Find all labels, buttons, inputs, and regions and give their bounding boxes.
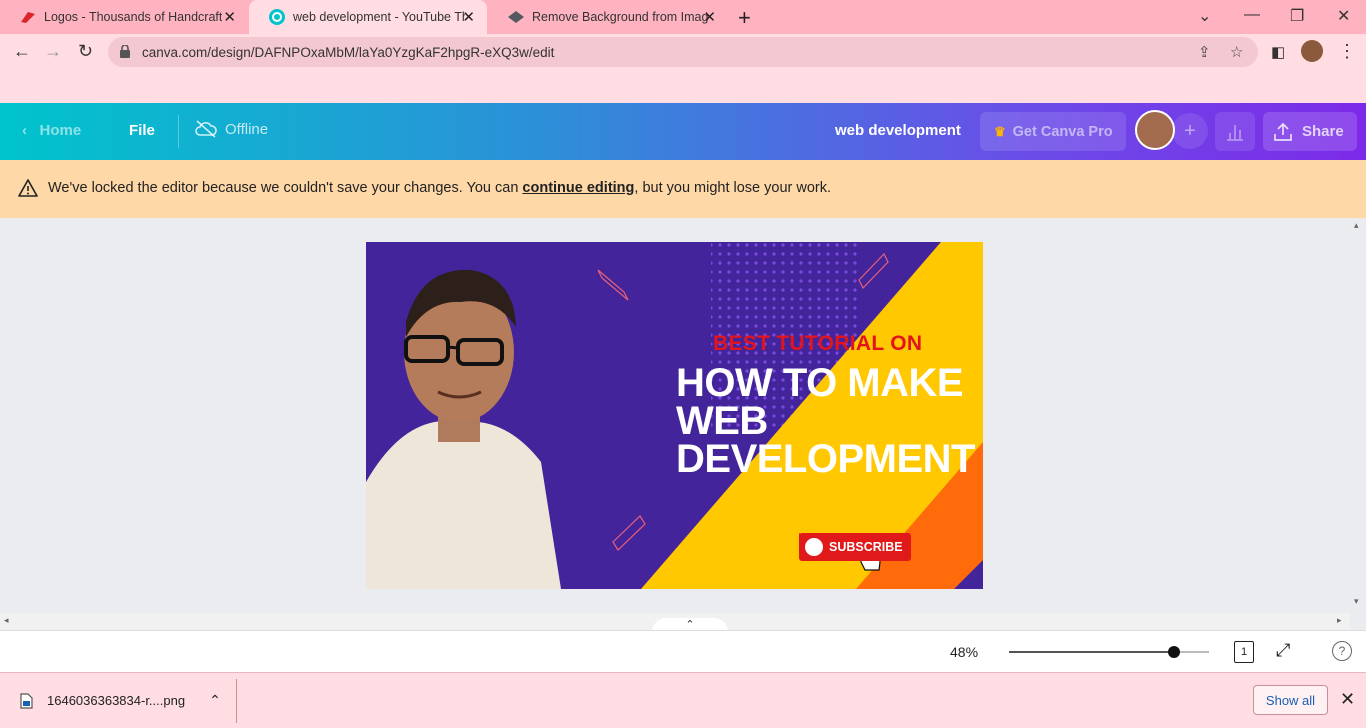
close-tab-icon[interactable]: ✕ <box>703 8 716 26</box>
bar-chart-icon <box>1227 125 1243 141</box>
address-bar[interactable]: canva.com/design/DAFNPOxaMbM/laYa0YzgKaF… <box>108 37 1258 67</box>
close-tab-icon[interactable]: ✕ <box>223 8 236 26</box>
remove-bg-favicon-icon <box>508 9 524 25</box>
browser-tab-canva[interactable]: web development - YouTube Thumbnail ✕ <box>249 0 487 34</box>
browser-tab-strip: Logos - Thousands of Handcrafted ✕ web d… <box>0 0 1366 34</box>
restore-icon[interactable]: ❐ <box>1290 6 1304 26</box>
share-page-icon[interactable]: ⇪ <box>1198 43 1211 61</box>
tab-search-chevron-icon[interactable]: ⌄ <box>1198 6 1211 26</box>
heading-line-3: DEVELOPMENT <box>676 437 975 481</box>
play-icon <box>799 533 823 556</box>
zoom-slider[interactable] <box>1009 646 1209 658</box>
download-options-chevron-icon[interactable]: ⌃ <box>209 692 221 709</box>
get-pro-label: Get Canva Pro <box>1012 123 1113 140</box>
add-member-button[interactable]: + <box>1172 113 1208 149</box>
banner-text-before: We've locked the editor because we could… <box>48 180 523 196</box>
browser-tab-logos[interactable]: Logos - Thousands of Handcrafted ✕ <box>0 0 248 34</box>
canva-favicon-icon <box>269 9 285 25</box>
editor-locked-banner: We've locked the editor because we could… <box>0 160 1366 218</box>
close-downloads-icon[interactable]: ✕ <box>1340 689 1355 710</box>
forward-icon[interactable]: → <box>44 41 62 62</box>
close-window-icon[interactable]: ✕ <box>1337 6 1350 26</box>
decor-prism-top-left <box>597 269 629 301</box>
chrome-profile-avatar[interactable] <box>1301 40 1323 62</box>
side-panel-icon[interactable]: ◧ <box>1271 43 1285 61</box>
tab-title: web development - YouTube Thumbnail <box>293 10 465 24</box>
fullscreen-icon[interactable]: ⤢ <box>1276 640 1290 661</box>
get-canva-pro-button[interactable]: ♛ Get Canva Pro <box>980 112 1126 151</box>
downloads-divider <box>236 679 237 723</box>
downloads-bar: 1646036363834-r....png ⌃ Show all ✕ <box>0 672 1366 728</box>
scroll-up-icon[interactable]: ▴ <box>1354 220 1359 231</box>
close-tab-icon[interactable]: ✕ <box>462 8 475 26</box>
chrome-menu-icon[interactable]: ⋮ <box>1338 41 1356 62</box>
zoom-slider-fill <box>1009 651 1168 653</box>
bottom-toolbar: 48% 1 ⤢ ? <box>0 630 1366 672</box>
decor-prism-top-right <box>858 252 889 290</box>
person-photo <box>366 269 561 589</box>
download-item[interactable]: 1646036363834-r....png ⌃ <box>20 692 221 709</box>
share-button[interactable]: Share <box>1263 112 1357 151</box>
scroll-down-icon[interactable]: ▾ <box>1354 596 1359 607</box>
lock-icon <box>120 44 130 63</box>
banner-message: We've locked the editor because we could… <box>48 180 831 196</box>
home-label: Home <box>39 122 82 139</box>
tab-title: Logos - Thousands of Handcrafted <box>44 10 222 24</box>
bookmark-star-icon[interactable]: ☆ <box>1230 43 1243 61</box>
file-icon <box>20 692 33 709</box>
heading-line-1: HOW TO MAKE <box>676 361 964 405</box>
warning-icon <box>18 179 38 201</box>
browser-toolbar: ← → ↻ canva.com/design/DAFNPOxaMbM/laYa0… <box>0 34 1366 70</box>
tab-title: Remove Background from Image <box>532 10 708 24</box>
scroll-left-icon[interactable]: ◂ <box>4 615 9 626</box>
best-tutorial-text: BEST TUTORIAL ON <box>713 332 923 355</box>
user-avatar[interactable] <box>1135 110 1175 150</box>
continue-editing-link[interactable]: continue editing <box>522 180 634 196</box>
url-text: canva.com/design/DAFNPOxaMbM/laYa0YzgKaF… <box>142 45 555 60</box>
zoom-slider-knob[interactable] <box>1168 646 1180 658</box>
help-icon[interactable]: ? <box>1332 641 1352 661</box>
crown-icon: ♛ <box>994 123 1006 139</box>
heading-line-2: WEB <box>676 399 768 443</box>
subscribe-badge: SUBSCRIBE <box>799 533 911 561</box>
download-file-name: 1646036363834-r....png <box>47 693 186 708</box>
offline-status[interactable]: Offline <box>195 120 268 138</box>
subscribe-label: SUBSCRIBE <box>829 540 903 554</box>
reload-icon[interactable]: ↻ <box>78 41 93 62</box>
zoom-level[interactable]: 48% <box>950 644 978 660</box>
header-divider <box>178 115 179 148</box>
share-label: Share <box>1302 123 1344 140</box>
vertical-scrollbar[interactable]: ▴ ▾ <box>1350 218 1366 630</box>
page-count-button[interactable]: 1 <box>1234 641 1254 663</box>
design-canvas[interactable]: BEST TUTORIAL ON HOW TO MAKE WEB DEVELOP… <box>366 242 983 589</box>
cloud-offline-icon <box>195 120 217 138</box>
upload-icon <box>1274 122 1292 141</box>
banner-text-after: , but you might lose your work. <box>634 180 832 196</box>
design-heading: HOW TO MAKE WEB DEVELOPMENT <box>676 361 975 481</box>
offline-label: Offline <box>225 120 269 138</box>
show-all-downloads-button[interactable]: Show all <box>1253 685 1328 715</box>
file-menu-button[interactable]: File <box>129 122 155 139</box>
decor-prism-bottom <box>612 515 646 551</box>
minimize-icon[interactable]: — <box>1244 6 1260 24</box>
back-icon[interactable]: ← <box>13 41 31 62</box>
insights-button[interactable] <box>1215 112 1255 151</box>
scroll-right-icon[interactable]: ▸ <box>1337 615 1342 626</box>
browser-tab-remove-bg[interactable]: Remove Background from Image ✕ <box>488 0 728 34</box>
new-tab-icon[interactable]: + <box>738 5 751 31</box>
home-button[interactable]: ‹ Home <box>22 122 81 139</box>
logos-favicon-icon <box>20 9 36 25</box>
design-title[interactable]: web development <box>835 122 961 139</box>
